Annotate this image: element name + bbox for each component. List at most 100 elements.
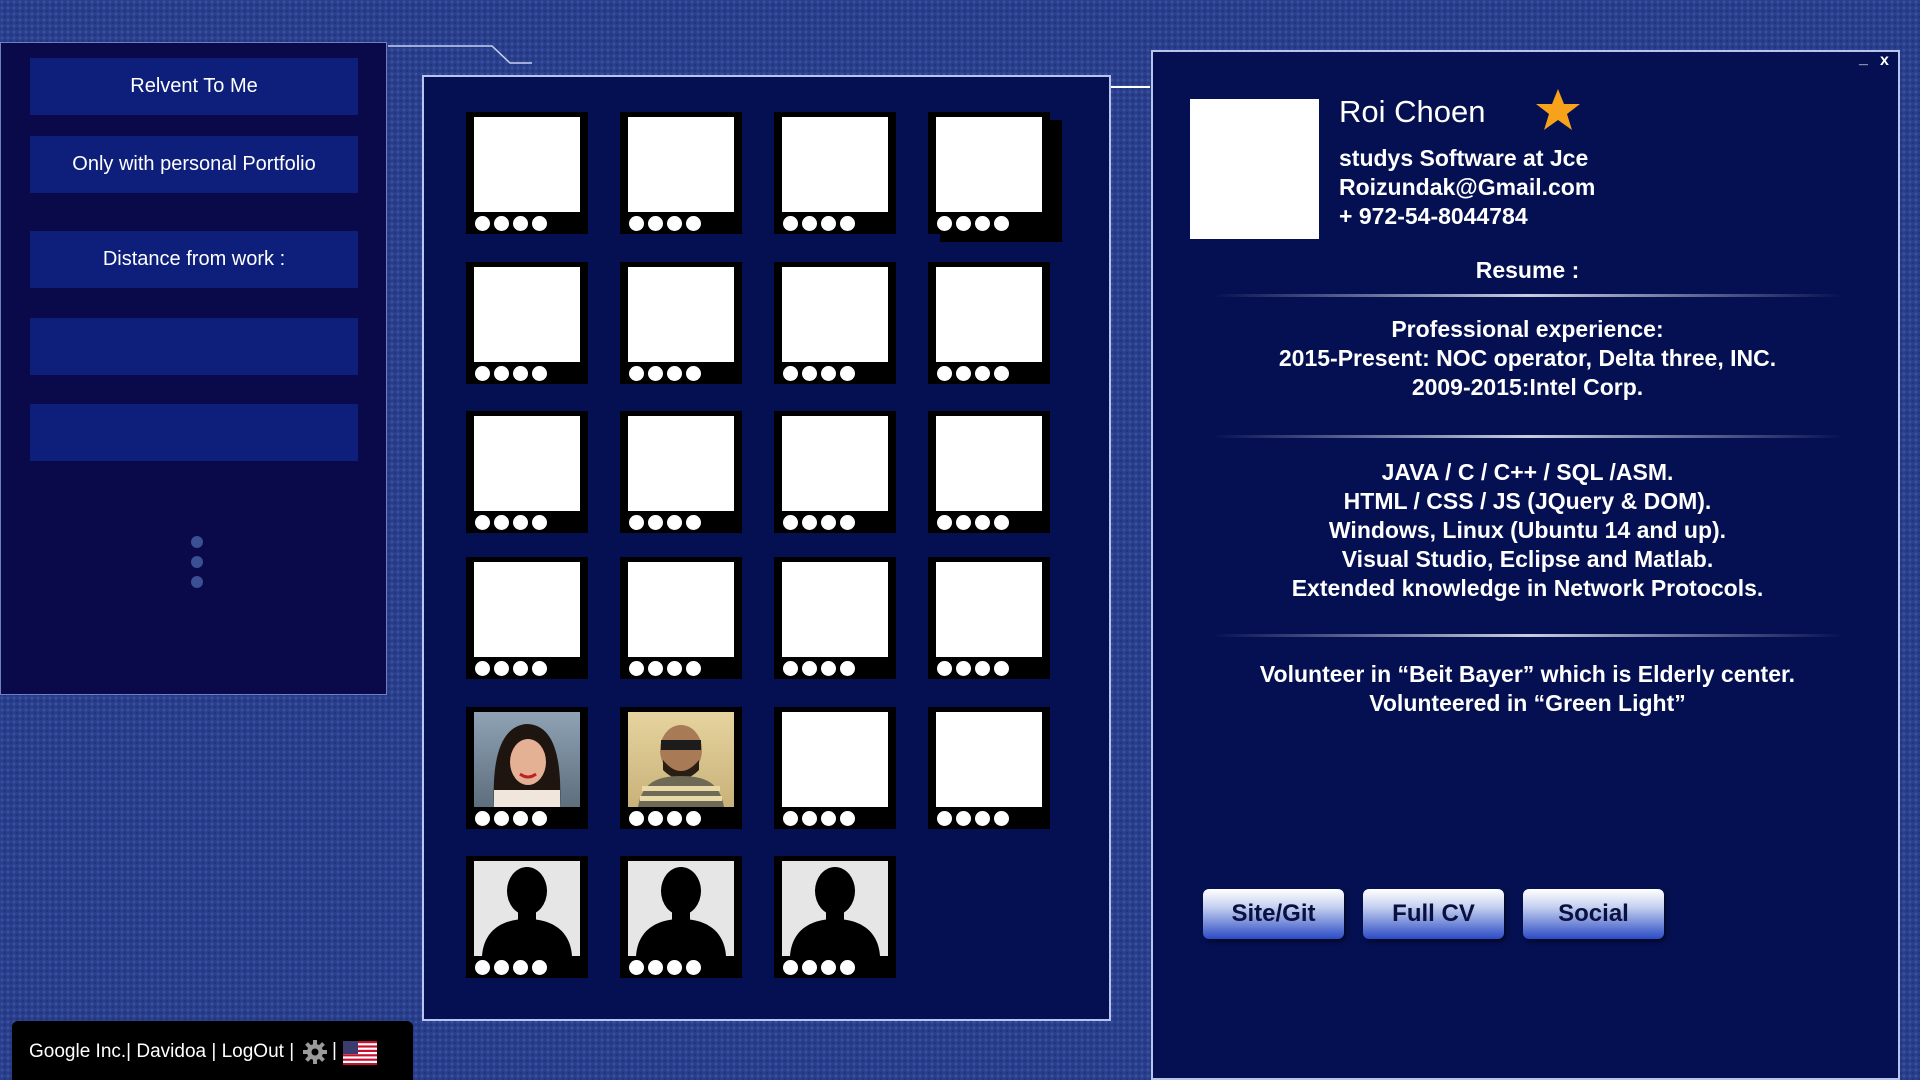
rating-dot [937, 811, 952, 826]
profile-card[interactable] [620, 112, 742, 234]
profile-card[interactable] [620, 707, 742, 829]
site-git-button[interactable]: Site/Git [1203, 889, 1344, 939]
rating-dot [802, 661, 817, 676]
star-icon[interactable] [1535, 88, 1581, 132]
rating-dots [937, 515, 1009, 531]
rating-dot [667, 811, 682, 826]
profile-card[interactable] [928, 112, 1050, 234]
rating-dots [475, 515, 547, 531]
rating-dot [513, 960, 528, 975]
close-button[interactable]: x [1880, 52, 1889, 70]
footer-links[interactable]: Google Inc.| Davidoa | LogOut | [29, 1041, 294, 1063]
volunteer-section: Volunteer in “Beit Bayer” which is Elder… [1153, 660, 1902, 718]
profile-photo-placeholder [474, 117, 580, 212]
profile-card[interactable] [466, 411, 588, 533]
full-cv-button[interactable]: Full CV [1363, 889, 1504, 939]
rating-dot [686, 811, 701, 826]
more-options-icon[interactable] [191, 536, 205, 596]
profile-card[interactable] [774, 856, 896, 978]
rating-dot [475, 216, 490, 231]
rating-dot [937, 216, 952, 231]
rating-dot [975, 811, 990, 826]
rating-dot [667, 661, 682, 676]
rating-dot [494, 515, 509, 530]
rating-dot [648, 960, 663, 975]
rating-dots [475, 366, 547, 382]
rating-dot [802, 366, 817, 381]
skill-line: Windows, Linux (Ubuntu 14 and up). [1328, 517, 1727, 543]
profile-card[interactable] [774, 557, 896, 679]
candidates-grid-panel [422, 75, 1111, 1021]
rating-dot [513, 811, 528, 826]
profile-card[interactable] [466, 112, 588, 234]
rating-dot [821, 515, 836, 530]
filter-distance-button[interactable]: Distance from work : [30, 231, 358, 288]
filter-empty-button-1[interactable] [30, 318, 358, 375]
rating-dot [532, 515, 547, 530]
rating-dot [975, 366, 990, 381]
rating-dots [629, 811, 701, 827]
profile-photo-placeholder [782, 117, 888, 212]
rating-dot [532, 811, 547, 826]
profile-card[interactable] [774, 112, 896, 234]
rating-dot [975, 216, 990, 231]
rating-dot [532, 661, 547, 676]
rating-dot [840, 366, 855, 381]
rating-dot [937, 515, 952, 530]
profile-card[interactable] [620, 411, 742, 533]
rating-dot [686, 661, 701, 676]
footer-bar: Google Inc.| Davidoa | LogOut | | [12, 1021, 413, 1080]
rating-dot [840, 960, 855, 975]
rating-dots [629, 661, 701, 677]
rating-dots [783, 811, 855, 827]
profile-card[interactable] [774, 707, 896, 829]
profile-card[interactable] [466, 707, 588, 829]
minimize-button[interactable]: _ [1859, 50, 1868, 68]
rating-dot [840, 515, 855, 530]
rating-dot [629, 515, 644, 530]
profile-card[interactable] [928, 411, 1050, 533]
person-silhouette-icon [474, 861, 580, 956]
footer-separator: | [332, 1040, 337, 1061]
profile-photo-placeholder [936, 267, 1042, 362]
rating-dot [994, 515, 1009, 530]
profile-card[interactable] [928, 262, 1050, 384]
filter-empty-button-2[interactable] [30, 404, 358, 461]
volunteer-line: Volunteered in “Green Light” [1369, 690, 1686, 716]
rating-dots [629, 960, 701, 976]
rating-dot [667, 216, 682, 231]
profile-card[interactable] [466, 557, 588, 679]
profile-panel: _ x Roi Choen studys Software at Jce Roi… [1151, 50, 1900, 1080]
gear-icon[interactable] [302, 1039, 328, 1065]
profile-card[interactable] [620, 856, 742, 978]
filter-panel: Relvent To Me Only with personal Portfol… [0, 42, 387, 695]
rating-dots [629, 366, 701, 382]
profile-card[interactable] [466, 262, 588, 384]
filter-portfolio-button[interactable]: Only with personal Portfolio [30, 136, 358, 193]
skill-line: HTML / CSS / JS (JQuery & DOM). [1343, 488, 1712, 514]
social-button[interactable]: Social [1523, 889, 1664, 939]
profile-card[interactable] [774, 411, 896, 533]
person-silhouette-icon [782, 861, 888, 956]
filter-relevant-button[interactable]: Relvent To Me [30, 58, 358, 115]
rating-dot [802, 960, 817, 975]
rating-dots [629, 216, 701, 232]
profile-name: Roi Choen [1339, 94, 1486, 129]
divider [1213, 294, 1843, 297]
profile-card[interactable] [928, 707, 1050, 829]
rating-dot [956, 216, 971, 231]
rating-dot [494, 960, 509, 975]
profile-card[interactable] [620, 557, 742, 679]
profile-card[interactable] [466, 856, 588, 978]
rating-dot [956, 811, 971, 826]
profile-card[interactable] [774, 262, 896, 384]
profile-card[interactable] [928, 557, 1050, 679]
rating-dots [475, 960, 547, 976]
rating-dot [494, 216, 509, 231]
us-flag-icon[interactable] [343, 1041, 377, 1065]
rating-dot [956, 366, 971, 381]
profile-card[interactable] [620, 262, 742, 384]
rating-dot [667, 515, 682, 530]
rating-dot [494, 811, 509, 826]
divider [1213, 634, 1843, 637]
